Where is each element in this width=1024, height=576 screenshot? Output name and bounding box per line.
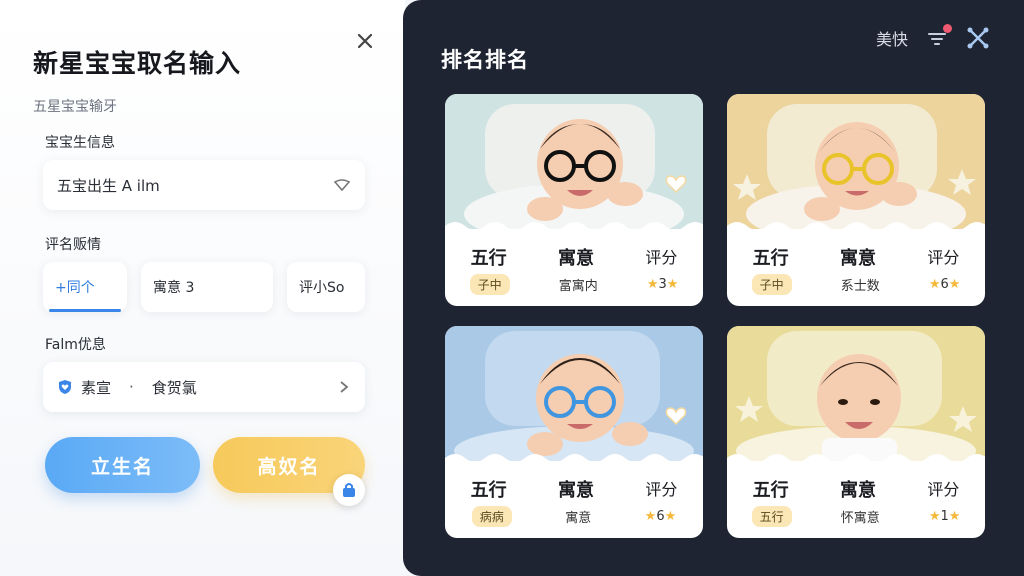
criteria-chip-1-label: +同个 [55, 280, 95, 296]
wuxing-pill: 病病 [471, 506, 512, 527]
card-headers: 五行 寓意 评分 [445, 244, 703, 270]
score-value: 3 [658, 277, 667, 292]
header-wuxing: 五行 [752, 480, 789, 501]
header-meaning: 寓意 [839, 480, 876, 501]
criteria-chip-2-label: 寓意 3 [153, 280, 195, 296]
heart-icon[interactable] [665, 174, 687, 194]
card-values: 病病 寓意 ★6★ [445, 506, 703, 527]
name-card[interactable]: 五行 寓意 评分 病病 寓意 ★6★ [445, 326, 703, 538]
score-rating: ★3★ [647, 277, 679, 292]
baby-photo [727, 326, 985, 461]
criteria-chip-3-label: 评小So [299, 280, 345, 296]
input-panel: 新星宝宝取名输入 五星宝宝输牙 宝宝生信息 五宝出生 A ilm 评名贩情 +同… [0, 0, 405, 576]
meaning-value: 系士数 [840, 279, 880, 294]
criteria-chip-2[interactable]: 寓意 3 [141, 262, 273, 312]
filter-button[interactable] [926, 24, 952, 49]
page-title: 新星宝宝取名输入 [33, 49, 242, 78]
heart-icon[interactable] [665, 406, 687, 426]
notification-badge [943, 24, 952, 33]
wave-divider [445, 454, 703, 464]
close-icon [357, 33, 373, 49]
header-meaning: 寓意 [557, 248, 594, 269]
lock-icon [343, 483, 355, 497]
star-icon: ★ [666, 277, 679, 292]
active-tab-indicator [49, 309, 121, 312]
ranking-title: 排名排名 [441, 48, 529, 72]
extra-info-right: 食贺氯 [151, 378, 197, 397]
header-meaning: 寓意 [839, 248, 876, 269]
header-wuxing: 五行 [470, 248, 507, 269]
score-rating: ★6★ [645, 509, 677, 524]
header-wuxing: 五行 [470, 480, 507, 501]
meaning-value: 怀寓意 [840, 511, 880, 526]
baby-photo [727, 94, 985, 229]
star-icon: ★ [644, 509, 657, 524]
ranking-panel: 排名排名 美快 五行 寓意 评分 子中 富寓内 ★3★ 五行 寓意 评分 子中 … [403, 0, 1024, 576]
card-values: 子中 系士数 ★6★ [727, 274, 985, 295]
wuxing-pill: 五行 [751, 506, 792, 527]
star-icon: ★ [664, 509, 677, 524]
score-value: 6 [656, 509, 665, 524]
section-label-extra: Falm优息 [45, 337, 106, 353]
name-card[interactable]: 五行 寓意 评分 子中 富寓内 ★3★ [445, 94, 703, 306]
star-icon: ★ [948, 277, 961, 292]
birth-info-field[interactable]: 五宝出生 A ilm [43, 160, 365, 210]
section-label-birth-info: 宝宝生信息 [45, 135, 115, 151]
generate-name-button[interactable]: 立生名 [45, 437, 200, 493]
wuxing-pill: 子中 [751, 274, 792, 295]
chevron-right-icon [340, 381, 349, 393]
star-icon: ★ [646, 277, 659, 292]
star-icon: ★ [928, 509, 941, 524]
heart-shield-icon [59, 380, 71, 394]
header-score: 评分 [927, 480, 960, 499]
meaning-value: 寓意 [565, 511, 592, 526]
section-label-criteria: 评名贩情 [45, 237, 101, 253]
wave-divider [727, 454, 985, 464]
score-value: 1 [940, 509, 949, 524]
page-subtitle: 五星宝宝输牙 [33, 99, 117, 115]
header-score: 评分 [927, 248, 960, 267]
extra-info-left: 素宣 [81, 378, 112, 397]
card-values: 子中 富寓内 ★3★ [445, 274, 703, 295]
header-score: 评分 [645, 248, 678, 267]
name-card[interactable]: 五行 寓意 评分 子中 系士数 ★6★ [727, 94, 985, 306]
wave-divider [445, 222, 703, 232]
star-icon: ★ [928, 277, 941, 292]
card-headers: 五行 寓意 评分 [727, 476, 985, 502]
criteria-chip-1[interactable]: +同个 [43, 262, 127, 312]
lock-badge [333, 474, 365, 506]
meaning-value: 富寓内 [558, 279, 598, 294]
wuxing-pill: 子中 [469, 274, 510, 295]
top-action-text[interactable]: 美快 [876, 26, 908, 50]
baby-photo [445, 326, 703, 461]
name-card[interactable]: 五行 寓意 评分 五行 怀寓意 ★1★ [727, 326, 985, 538]
card-headers: 五行 寓意 评分 [727, 244, 985, 270]
card-values: 五行 怀寓意 ★1★ [727, 506, 985, 527]
score-rating: ★1★ [929, 509, 961, 524]
score-rating: ★6★ [929, 277, 961, 292]
header-meaning: 寓意 [557, 480, 594, 501]
score-value: 6 [940, 277, 949, 292]
chevron-down-icon [333, 179, 351, 192]
top-actions: 美快 [876, 24, 990, 50]
card-headers: 五行 寓意 评分 [445, 476, 703, 502]
header-wuxing: 五行 [752, 248, 789, 269]
expand-icon[interactable] [966, 26, 990, 50]
baby-photo [445, 94, 703, 229]
wave-divider [727, 222, 985, 232]
birth-info-value: 五宝出生 A ilm [57, 176, 160, 195]
header-score: 评分 [645, 480, 678, 499]
extra-info-field[interactable]: 素宣 · 食贺氯 [43, 362, 365, 412]
close-button[interactable] [352, 28, 378, 54]
separator-dot: · [129, 378, 134, 396]
criteria-chip-3[interactable]: 评小So [287, 262, 365, 312]
star-icon: ★ [948, 509, 961, 524]
